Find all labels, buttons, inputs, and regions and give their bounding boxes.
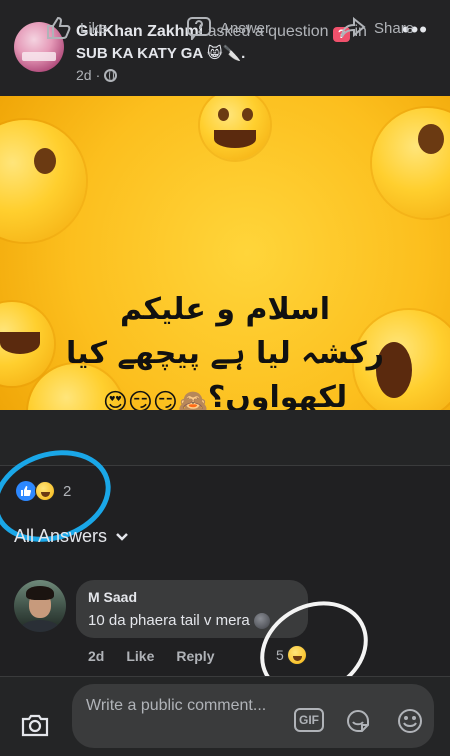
comment-input[interactable] xyxy=(72,684,434,748)
emoji-decoration-left xyxy=(0,120,86,242)
image-urdu-text: اسلام و علیکم رکشہ لیا ہے پیچھے کیا لکھو… xyxy=(60,288,390,410)
group-suffix: 😸🔪. xyxy=(206,45,246,62)
emoji-decoration-topright xyxy=(372,108,450,218)
all-answers-filter[interactable]: All Answers xyxy=(14,526,129,547)
share-arrow-icon xyxy=(341,16,366,38)
emoji-decoration-topcenter xyxy=(200,96,270,160)
emoji-icon xyxy=(253,612,270,629)
urdu-line-2: رکشہ لیا ہے پیچھے کیا xyxy=(65,336,384,371)
comment-like-button[interactable]: Like xyxy=(126,648,154,664)
emoji-eye xyxy=(418,124,444,154)
camera-icon[interactable] xyxy=(20,712,50,738)
answer-label: Answer xyxy=(220,19,271,37)
thumbs-up-icon xyxy=(47,16,71,39)
commenter-avatar[interactable] xyxy=(14,580,66,632)
sticker-icon[interactable] xyxy=(344,707,372,735)
emoji-eye xyxy=(242,108,253,121)
post-meta: 2d · xyxy=(76,66,118,84)
urdu-line-3: لکھواوں؟🙈😏😏😍 xyxy=(60,376,390,410)
emoji-mouth xyxy=(0,332,40,354)
urdu-line-3-emojis: 🙈😏😏😍 xyxy=(102,388,208,410)
like-label: Like xyxy=(80,19,108,37)
comment-time[interactable]: 2d xyxy=(88,648,104,664)
commenter-name[interactable]: M Saad xyxy=(88,589,137,605)
post-image[interactable]: اسلام و علیکم رکشہ لیا ہے پیچھے کیا لکھو… xyxy=(0,96,450,410)
group-name[interactable]: SUB KA KATY GA xyxy=(76,45,203,62)
answer-button[interactable]: Answer xyxy=(186,16,270,40)
gif-button[interactable]: GIF xyxy=(294,708,324,732)
avatar-badge xyxy=(22,52,56,61)
avatar-hair xyxy=(26,586,54,600)
emoji-picker-icon[interactable] xyxy=(396,707,424,735)
comment-actions: 2d Like Reply xyxy=(88,648,214,664)
share-button[interactable]: Share xyxy=(340,16,414,40)
emoji-mouth xyxy=(214,130,256,148)
globe-icon xyxy=(104,68,118,82)
emoji-eye xyxy=(34,148,56,174)
emoji-eye xyxy=(218,108,229,121)
question-bubble-icon xyxy=(187,17,211,40)
share-label: Share xyxy=(374,19,415,37)
comment-text-body: 10 da phaera tail v mera xyxy=(88,612,250,629)
like-button[interactable]: Like xyxy=(46,16,108,40)
comment-reply-button[interactable]: Reply xyxy=(176,648,214,664)
meta-dot: · xyxy=(95,67,101,83)
chevron-down-icon xyxy=(116,532,128,541)
group-link[interactable]: SUB KA KATY GA 😸🔪. xyxy=(76,44,245,64)
post-time[interactable]: 2d xyxy=(76,66,92,84)
urdu-line-3-text: لکھواوں؟ xyxy=(207,380,348,410)
urdu-line-1: اسلام و علیکم xyxy=(119,292,331,327)
comment-text: 10 da phaera tail v mera xyxy=(88,612,270,629)
all-answers-label: All Answers xyxy=(14,526,108,546)
avatar-body xyxy=(20,620,60,632)
